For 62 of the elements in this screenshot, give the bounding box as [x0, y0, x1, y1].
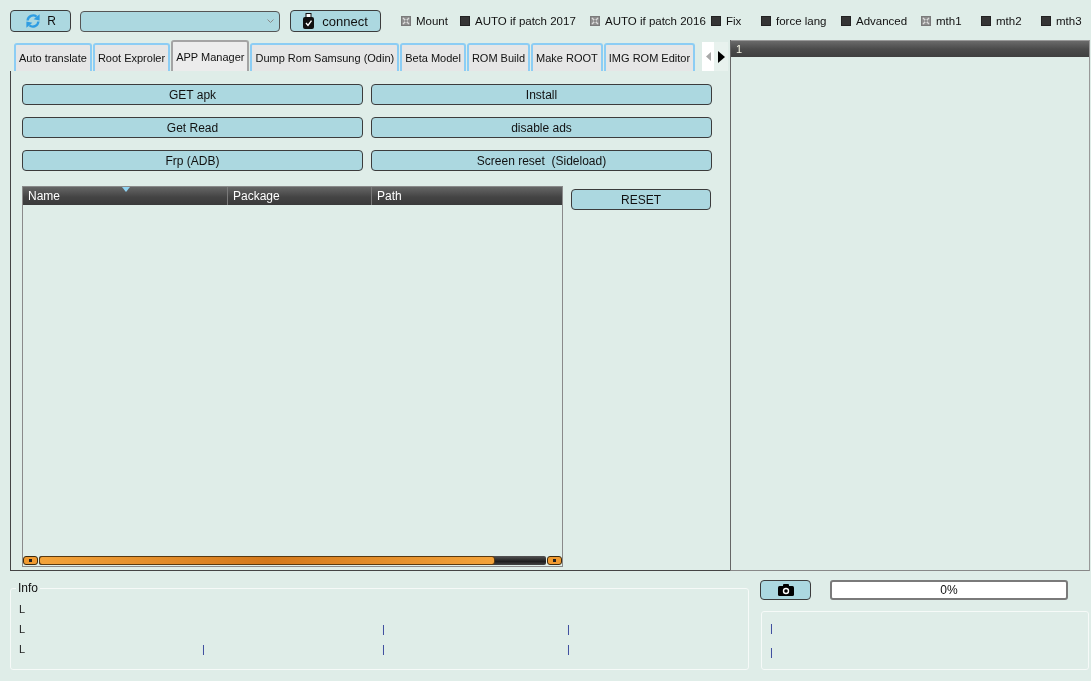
info-text: | — [567, 623, 570, 635]
tab[interactable]: IMG ROM Editor — [603, 43, 696, 71]
camera-icon — [777, 584, 794, 596]
chevron-down-icon — [267, 19, 274, 23]
dropdown[interactable] — [80, 10, 280, 32]
checkbox[interactable] — [841, 16, 851, 26]
panel-header: 1 — [731, 40, 1089, 57]
info-text: | — [382, 643, 385, 655]
checkbox[interactable] — [921, 16, 931, 26]
tab[interactable]: Root Exproler — [92, 43, 171, 71]
action-button[interactable]: Get Read — [22, 117, 363, 138]
progress-reading: 0% — [940, 583, 958, 597]
checkbox-label: force lang — [776, 15, 827, 27]
checkbox-label: AUTO if patch 2016 — [605, 15, 706, 27]
info-text: L — [19, 623, 26, 635]
info-text: | — [567, 643, 570, 655]
right-triangle-icon — [717, 50, 725, 63]
checkbox-label: mth1 — [936, 15, 962, 27]
checkbox-label: Mount — [416, 15, 448, 27]
checkbox[interactable] — [590, 16, 600, 26]
group-title: Info — [17, 581, 39, 595]
tab[interactable]: Dump Rom Samsung (Odin) — [250, 43, 400, 71]
column-header[interactable]: Name — [23, 187, 228, 205]
refresh-button[interactable]: R — [10, 10, 71, 32]
tab[interactable]: Make ROOT — [531, 43, 603, 71]
reset-button[interactable]: RESET — [571, 189, 711, 210]
log-text: | — [770, 622, 773, 634]
action-button[interactable]: Install — [371, 84, 712, 105]
checkbox-label: mth3 — [1056, 15, 1082, 27]
left-triangle-icon — [705, 52, 711, 61]
action-button[interactable]: Frp (ADB) — [22, 150, 363, 171]
checkbox[interactable] — [761, 16, 771, 26]
action-button[interactable]: Screen reset (Sideload) — [371, 150, 712, 171]
info-text: L — [19, 603, 26, 615]
checkbox[interactable] — [711, 16, 721, 26]
connect-button[interactable]: connect — [290, 10, 381, 32]
checkbox[interactable] — [981, 16, 991, 26]
refresh-icon — [25, 13, 42, 29]
tab[interactable]: Beta Model — [400, 43, 466, 71]
info-text: | — [382, 623, 385, 635]
column-header[interactable]: Package — [228, 187, 372, 205]
scroll-right-button[interactable] — [547, 556, 562, 565]
usb-drive-icon — [303, 13, 315, 29]
checkbox[interactable] — [401, 16, 411, 26]
checkbox[interactable] — [460, 16, 470, 26]
column-header[interactable]: Path — [372, 187, 562, 205]
info-text: L — [19, 643, 26, 655]
tab[interactable]: APP Manager — [171, 40, 250, 71]
checkbox-label: Advanced — [856, 15, 908, 27]
checkbox-label: AUTO if patch 2017 — [475, 15, 576, 27]
checkbox[interactable] — [1041, 16, 1051, 26]
scroll-left-button[interactable] — [23, 556, 38, 565]
checkbox-label: mth2 — [996, 15, 1022, 27]
camera-button[interactable] — [760, 580, 811, 600]
tab[interactable]: Auto translate — [14, 43, 92, 71]
action-button[interactable]: disable ads — [371, 117, 712, 138]
action-button[interactable]: GET apk — [22, 84, 363, 105]
tab[interactable]: ROM Build — [466, 43, 531, 71]
info-text: | — [202, 643, 205, 655]
log-text: | — [770, 646, 773, 658]
checkbox-label: Fix — [726, 15, 742, 27]
scroll-tabs-right-button[interactable] — [714, 42, 728, 71]
